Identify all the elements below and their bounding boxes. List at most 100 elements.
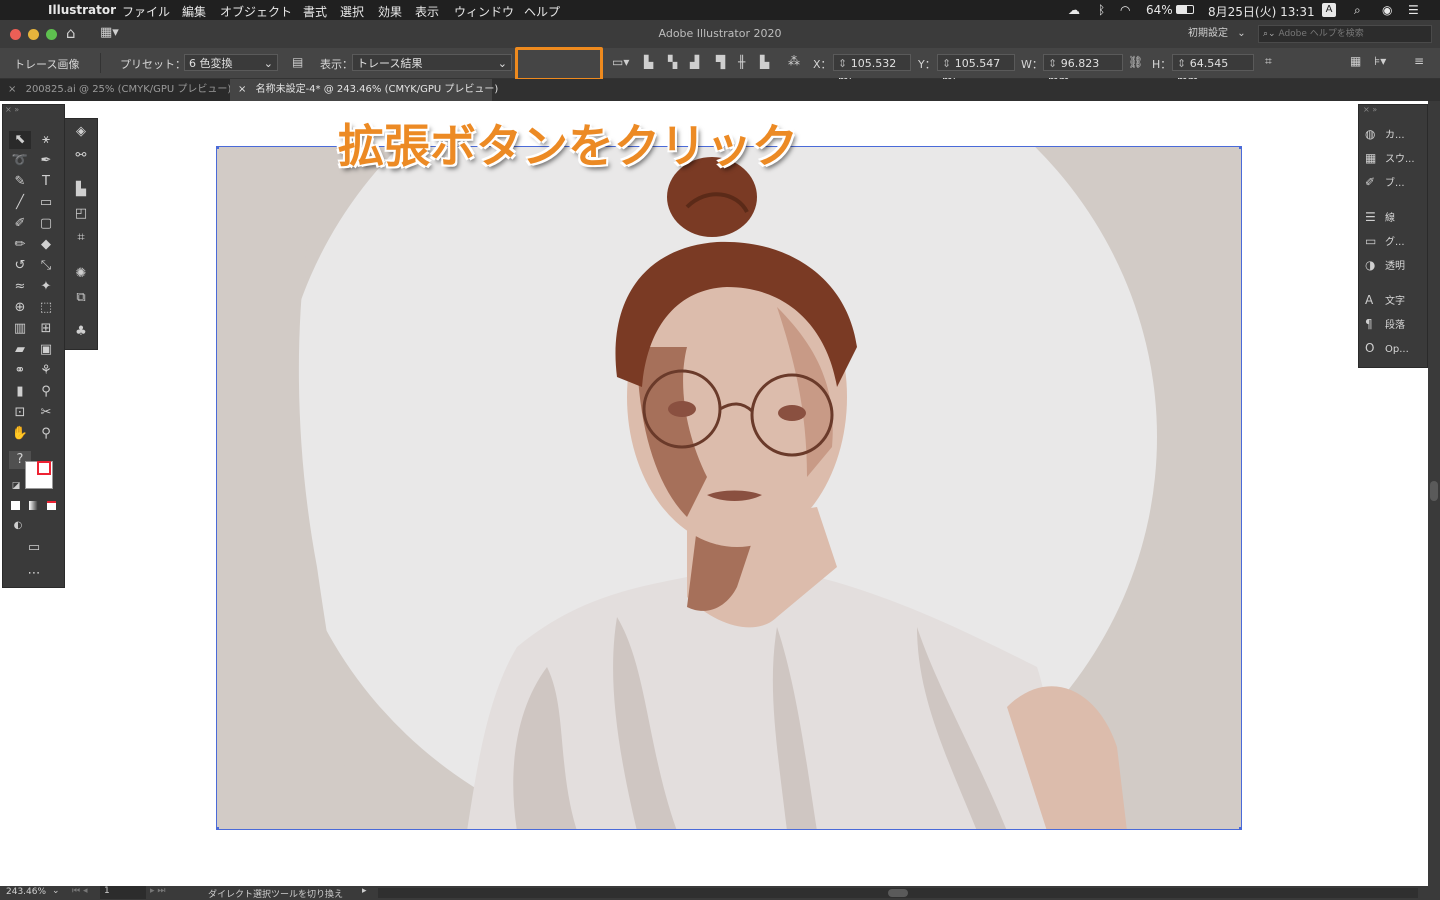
- status-menu-icon[interactable]: ▸: [362, 886, 367, 896]
- bluetooth-icon[interactable]: ᛒ: [1098, 3, 1105, 17]
- column-graph-tool-icon[interactable]: ▮: [9, 383, 31, 401]
- panel-paragraph[interactable]: ¶ 段落: [1365, 315, 1405, 333]
- gradient-mode-icon[interactable]: [29, 501, 38, 510]
- horizontal-scrollbar[interactable]: [378, 888, 1418, 898]
- panel-gradient[interactable]: ▭ グ...: [1365, 232, 1405, 250]
- tab-document-2[interactable]: × 名称未設定-4* @ 243.46% (CMYK/GPU プレビュー): [230, 79, 498, 101]
- panel-stroke[interactable]: ☰ 線: [1365, 208, 1395, 226]
- input-source-icon[interactable]: A: [1322, 3, 1336, 17]
- default-colors-icon[interactable]: ◪: [5, 477, 27, 495]
- vertical-scrollbar[interactable]: [1428, 101, 1440, 886]
- align-center-icon[interactable]: ▚: [668, 55, 677, 69]
- preset-select[interactable]: 6 色変換 ⌄: [184, 54, 278, 71]
- panel-brushes[interactable]: ✐ ブ...: [1365, 173, 1405, 191]
- selection-tool-icon[interactable]: ⬉: [9, 131, 31, 149]
- siri-icon[interactable]: ◉: [1382, 3, 1392, 17]
- menubar-clock[interactable]: 8月25日(火) 13:31: [1208, 3, 1315, 20]
- slice-tool-icon[interactable]: ✂: [35, 404, 57, 422]
- align-right-icon[interactable]: ▟: [690, 55, 699, 69]
- notification-center-icon[interactable]: ☰: [1408, 3, 1419, 17]
- blend-tool-icon[interactable]: ⚭: [9, 362, 31, 380]
- tab-document-1[interactable]: × 200825.ai @ 25% (CMYK/GPU プレビュー): [0, 79, 231, 101]
- pathfinder-icon[interactable]: ◰: [70, 205, 92, 223]
- menu-edit[interactable]: 編集: [182, 3, 206, 20]
- reference-point-icon[interactable]: ⁂: [788, 54, 800, 68]
- lasso-tool-icon[interactable]: ➰: [9, 152, 31, 170]
- app-menu[interactable]: Illustrator: [48, 3, 116, 17]
- recolor-icon[interactable]: ▭▾: [612, 55, 629, 69]
- menu-view[interactable]: 表示: [415, 3, 439, 20]
- links-icon[interactable]: ⚯: [70, 147, 92, 165]
- menu-type[interactable]: 書式: [303, 3, 327, 20]
- draw-mode-icon[interactable]: ◐: [7, 517, 29, 535]
- align-panel-icon[interactable]: ▙: [70, 181, 92, 199]
- panel-character[interactable]: A 文字: [1365, 291, 1405, 309]
- battery-icon[interactable]: [1176, 5, 1194, 14]
- none-mode-icon[interactable]: [47, 501, 56, 510]
- help-search-input[interactable]: ⌕⌄ Adobe ヘルプを検索: [1258, 25, 1432, 43]
- next-artboard-icon[interactable]: ▸ ⏭: [150, 886, 165, 896]
- workspace-switcher[interactable]: 初期設定 ⌄: [1180, 25, 1246, 42]
- y-field[interactable]: ⇕ 105.547 mı: [937, 54, 1015, 87]
- free-transform-tool-icon[interactable]: ⬚: [35, 299, 57, 317]
- selection-handle[interactable]: [217, 827, 219, 829]
- menu-effect[interactable]: 効果: [378, 3, 402, 20]
- panel-opentype[interactable]: O Op...: [1365, 339, 1409, 357]
- align-top-icon[interactable]: ▜: [716, 55, 725, 69]
- selection-handle[interactable]: [1239, 827, 1241, 829]
- creative-cloud-icon[interactable]: ☁: [1068, 3, 1080, 17]
- panel-header[interactable]: × »: [1363, 105, 1423, 115]
- zoom-level[interactable]: 243.46%: [6, 887, 46, 897]
- panel-transparency[interactable]: ◑ 透明: [1365, 256, 1405, 274]
- layers-icon[interactable]: ◈: [70, 123, 92, 141]
- symbols-icon[interactable]: ♣: [70, 323, 92, 341]
- menu-object[interactable]: オブジェクト: [220, 3, 292, 20]
- color-mode-icon[interactable]: [11, 501, 20, 510]
- stroke-none-icon[interactable]: [37, 461, 51, 475]
- isolate-icon[interactable]: ⊧▾: [1374, 54, 1386, 68]
- width-tool-icon[interactable]: ≈: [9, 278, 31, 296]
- scale-tool-icon[interactable]: ⤡: [35, 257, 57, 275]
- pencil-tool-icon[interactable]: ✏: [9, 236, 31, 254]
- gradient-tool-icon[interactable]: ▰: [9, 341, 31, 359]
- symbol-sprayer-tool-icon[interactable]: ⚘: [35, 362, 57, 380]
- zoom-tool-icon[interactable]: ⚲: [35, 425, 57, 443]
- view-select[interactable]: トレース結果 ⌄: [352, 54, 512, 71]
- panel-menu-icon[interactable]: ≡: [1414, 54, 1424, 68]
- selection-handle[interactable]: [1239, 147, 1241, 149]
- panel-color[interactable]: ◍ カ...: [1365, 125, 1405, 143]
- close-icon[interactable]: ×: [238, 84, 246, 95]
- artboard-number-field[interactable]: 1: [100, 886, 146, 899]
- rectangle-tool-icon[interactable]: ▭: [35, 194, 57, 212]
- align-left-icon[interactable]: ▙: [644, 55, 653, 69]
- line-tool-icon[interactable]: ╱: [9, 194, 31, 212]
- h-field[interactable]: ⇕ 64.545 mm: [1172, 54, 1254, 87]
- menu-file[interactable]: ファイル: [122, 3, 170, 20]
- more-tools-icon[interactable]: ⋯: [23, 565, 45, 583]
- scroll-thumb[interactable]: [1430, 481, 1438, 501]
- align-middle-icon[interactable]: ╫: [738, 55, 745, 69]
- arrange-icon[interactable]: ▦: [1350, 54, 1361, 68]
- scroll-thumb[interactable]: [888, 889, 908, 897]
- magic-wand-tool-icon[interactable]: ⚹: [35, 131, 57, 149]
- panel-header[interactable]: × »: [5, 105, 62, 115]
- menu-window[interactable]: ウィンドウ: [454, 3, 514, 20]
- artboards-icon[interactable]: ⧉: [70, 289, 92, 307]
- mesh-tool-icon[interactable]: ⊞: [35, 320, 57, 338]
- first-artboard-icon[interactable]: ⏮ ◂: [72, 886, 87, 896]
- w-field[interactable]: ⇕ 96.823 mm: [1043, 54, 1123, 87]
- panel-swatches[interactable]: ▦ スウ...: [1365, 149, 1415, 167]
- perspective-grid-tool-icon[interactable]: ▥: [9, 320, 31, 338]
- transform-panel-icon[interactable]: ⌗: [70, 229, 92, 247]
- trace-panel-icon[interactable]: ▤: [292, 55, 303, 69]
- shape-builder-tool-icon[interactable]: ⊕: [9, 299, 31, 317]
- traced-image[interactable]: [216, 146, 1242, 830]
- puppet-warp-tool-icon[interactable]: ✦: [35, 278, 57, 296]
- align-bottom-icon[interactable]: ▙: [760, 55, 769, 69]
- shaper-tool-icon[interactable]: ▢: [35, 215, 57, 233]
- transform-icon[interactable]: ⌗: [1265, 54, 1272, 69]
- x-field[interactable]: ⇕ 105.532 mı: [833, 54, 911, 87]
- menu-help[interactable]: ヘルプ: [524, 3, 560, 20]
- pen-tool-icon[interactable]: ✒: [35, 152, 57, 170]
- rotate-tool-icon[interactable]: ↺: [9, 257, 31, 275]
